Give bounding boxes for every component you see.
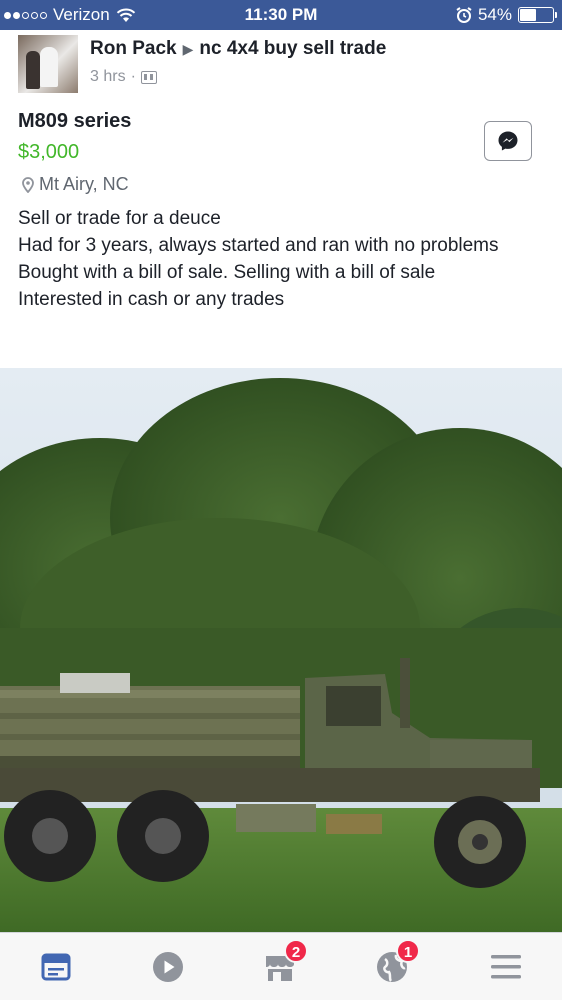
description-line: Bought with a bill of sale. Selling with… [18, 262, 436, 283]
news-feed-icon [41, 953, 71, 981]
listing-description: Sell or trade for a deuce Had for 3 year… [18, 205, 548, 313]
tab-marketplace[interactable]: 2 [260, 939, 308, 987]
group-icon [140, 70, 157, 84]
messenger-icon [498, 131, 518, 151]
post-timestamp[interactable]: 3 hrs [90, 68, 126, 86]
author-name[interactable]: Ron Pack [90, 38, 177, 60]
marketplace-badge: 2 [284, 939, 308, 963]
post-meta: 3 hrs · [90, 68, 386, 86]
avatar[interactable] [18, 35, 78, 93]
notifications-badge: 1 [396, 939, 420, 963]
listing-title: M809 series [18, 110, 132, 132]
status-bar: Verizon 11:30 PM 54% [0, 0, 562, 30]
location-text: Mt Airy, NC [39, 174, 129, 194]
message-seller-button[interactable] [484, 121, 532, 161]
tab-menu[interactable] [486, 947, 526, 987]
post-header: Ron Pack ▶ nc 4x4 buy sell trade 3 hrs · [18, 35, 386, 93]
battery-icon [518, 7, 557, 23]
battery-percent: 54% [477, 5, 512, 24]
listing-price: $3,000 [18, 141, 80, 163]
meta-separator: · [130, 68, 136, 85]
description-line: Had for 3 years, always started and ran … [18, 235, 499, 256]
description-line: Sell or trade for a deuce [18, 208, 221, 229]
author-line: Ron Pack ▶ nc 4x4 buy sell trade [90, 38, 386, 60]
description-line: Interested in cash or any trades [18, 289, 285, 310]
bottom-tab-bar: 2 1 [0, 932, 562, 1000]
menu-icon [491, 955, 521, 979]
video-icon [153, 952, 183, 982]
alarm-icon [456, 7, 472, 23]
header-text: Ron Pack ▶ nc 4x4 buy sell trade 3 hrs · [90, 35, 386, 93]
tab-video[interactable] [148, 947, 188, 987]
listing-photo[interactable] [0, 368, 562, 932]
battery-fill [520, 9, 537, 21]
tab-notifications[interactable]: 1 [372, 939, 420, 987]
status-right: 54% [456, 5, 557, 25]
truck-photo [0, 368, 562, 932]
location-pin-icon [22, 176, 34, 193]
tab-news-feed[interactable] [36, 947, 76, 987]
arrow-right-icon: ▶ [182, 40, 194, 57]
listing-location: Mt Airy, NC [22, 174, 129, 195]
group-name[interactable]: nc 4x4 buy sell trade [199, 38, 386, 60]
